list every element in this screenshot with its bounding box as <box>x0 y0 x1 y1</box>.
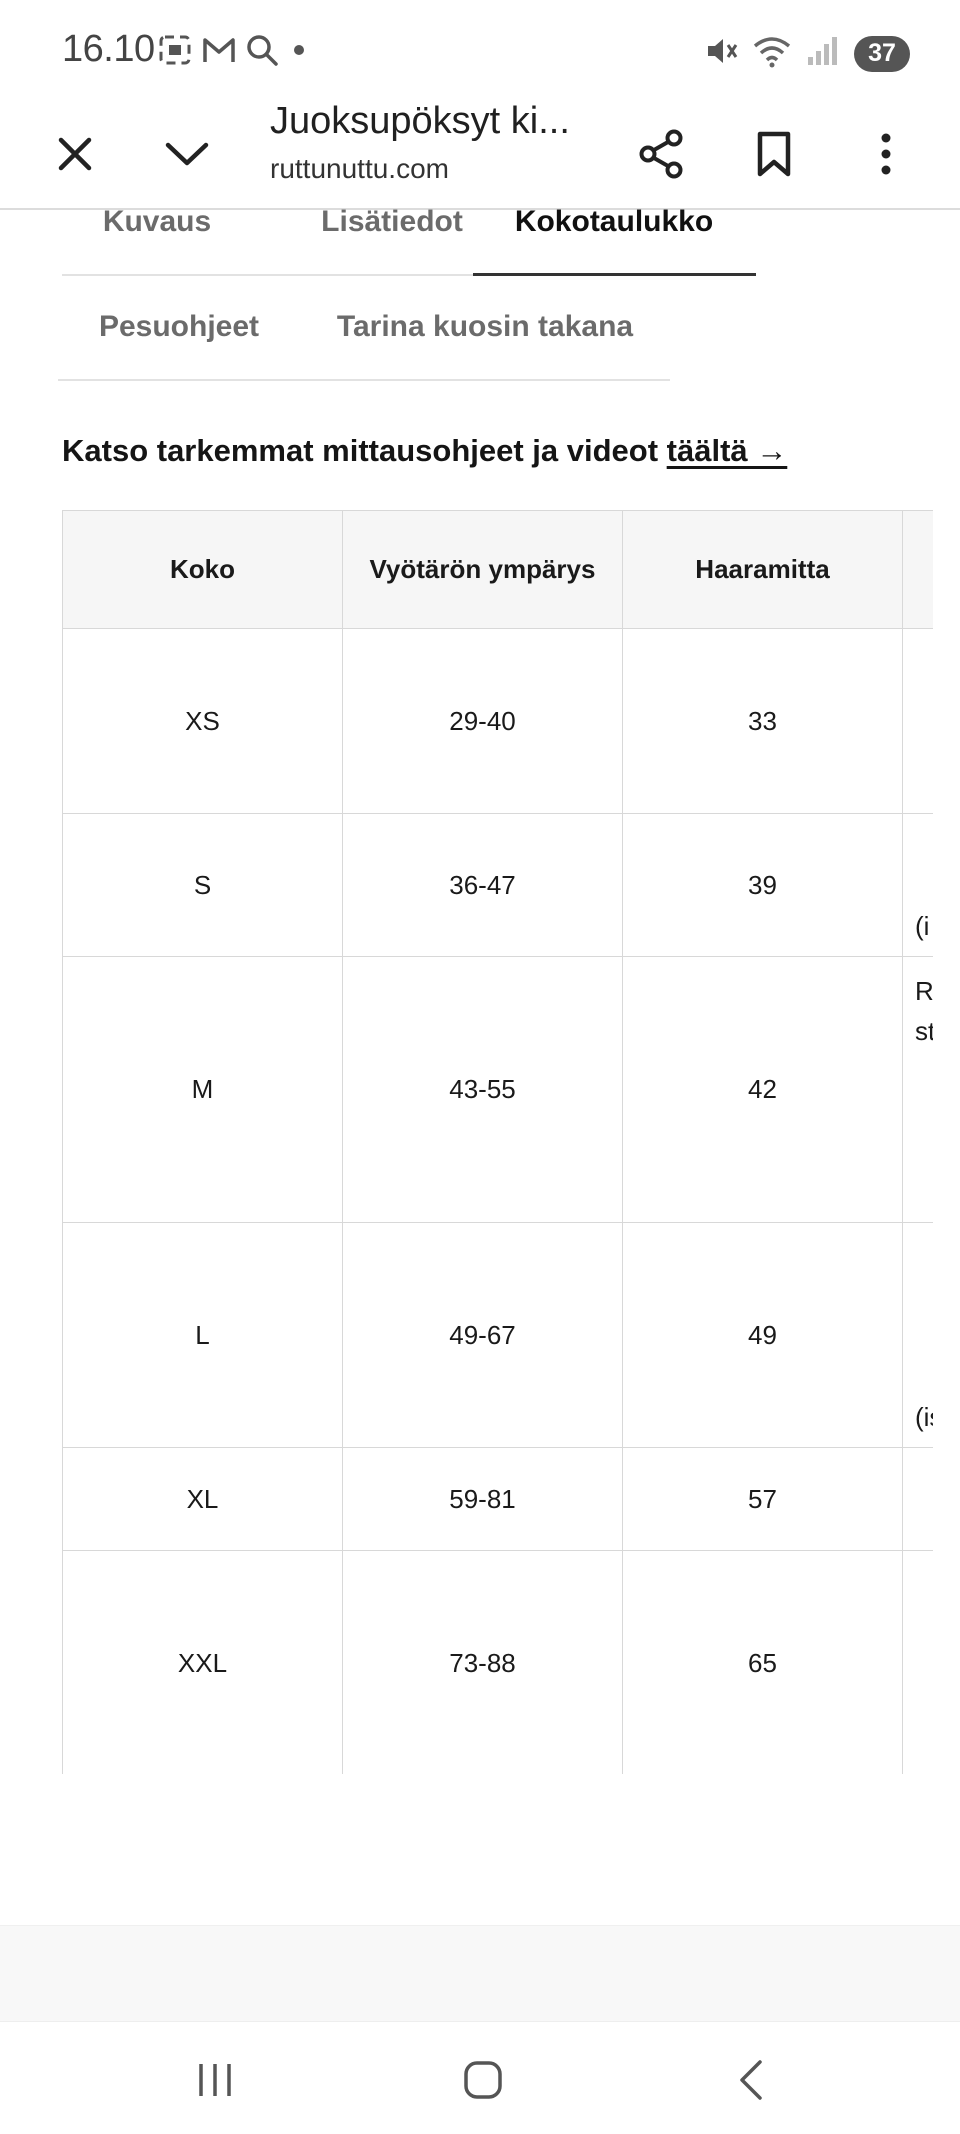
page-footer-strip <box>0 1925 960 2022</box>
wifi-icon <box>752 34 792 73</box>
header-crotch: Haaramitta <box>622 510 903 629</box>
cell-cut-off <box>902 628 933 814</box>
cell-crotch: 57 <box>622 1447 903 1551</box>
tab-pesuohjeet[interactable]: Pesuohjeet <box>58 277 300 377</box>
search-icon <box>246 34 278 71</box>
more-vert-icon[interactable] <box>854 122 918 186</box>
header-koko: Koko <box>62 510 343 629</box>
cell-cut-off: (i <box>902 813 933 957</box>
cell-crotch: 33 <box>622 628 903 814</box>
cell-size: XL <box>62 1447 343 1551</box>
cell-size: S <box>62 813 343 957</box>
tab-kuvaus[interactable]: Kuvaus <box>62 172 252 272</box>
cell-waist: 59-81 <box>342 1447 623 1551</box>
cell-waist: 49-67 <box>342 1222 623 1448</box>
intro-text: Katso tarkemmat mittausohjeet ja videot <box>62 433 667 468</box>
cell-size: XS <box>62 628 343 814</box>
screenshot-icon <box>158 34 192 71</box>
tab-kokotaulukko[interactable]: Kokotaulukko <box>472 172 756 272</box>
table-row: L 49-67 49 (is <box>62 1222 933 1448</box>
cell-cut-off: (is <box>902 1222 933 1448</box>
cell-crotch: 39 <box>622 813 903 957</box>
header-waist: Vyötärön ympärys <box>342 510 623 629</box>
status-bar: 16.10 37 <box>0 0 960 100</box>
status-left-icons <box>158 34 310 71</box>
cell-size: L <box>62 1222 343 1448</box>
page-title[interactable]: Juoksupöksyt ki... <box>270 100 570 143</box>
cell-cut-off <box>902 1447 933 1551</box>
battery-indicator: 37 <box>854 35 910 72</box>
gmail-icon <box>202 36 236 69</box>
tabs-row-1: Kuvaus Lisätiedot Kokotaulukko <box>62 172 756 276</box>
tabs-divider <box>58 379 670 381</box>
signal-icon <box>806 35 840 72</box>
table-row: M 43-55 42 R st <box>62 956 933 1223</box>
header-cut-off <box>902 510 933 629</box>
size-table: Koko Vyötärön ympärys Haaramitta XS 29-4… <box>62 510 933 1774</box>
measuring-instructions-text: Katso tarkemmat mittausohjeet ja videot … <box>62 433 787 469</box>
recent-apps-icon[interactable] <box>180 2050 250 2110</box>
cell-cut-off: R st <box>902 956 933 1223</box>
cell-cut-off <box>902 1550 933 1774</box>
instructions-link[interactable]: täältä → <box>667 433 788 468</box>
cut-off-line: st <box>915 1016 933 1046</box>
active-tab-indicator <box>473 273 756 276</box>
cell-crotch: 49 <box>622 1222 903 1448</box>
back-icon[interactable] <box>716 2050 786 2110</box>
cell-waist: 43-55 <box>342 956 623 1223</box>
cell-waist: 73-88 <box>342 1550 623 1774</box>
mute-icon <box>704 34 738 73</box>
cell-waist: 36-47 <box>342 813 623 957</box>
size-table-scroll[interactable]: Koko Vyötärön ympärys Haaramitta XS 29-4… <box>62 510 933 1774</box>
table-row: XS 29-40 33 <box>62 628 933 814</box>
cell-size: XXL <box>62 1550 343 1774</box>
table-row: XXL 73-88 65 <box>62 1550 933 1774</box>
tabs-row-2: Pesuohjeet Tarina kuosin takana <box>58 277 670 381</box>
cell-crotch: 65 <box>622 1550 903 1774</box>
table-row: XL 59-81 57 <box>62 1447 933 1551</box>
status-time: 16.10 <box>62 28 155 70</box>
tab-tarina-kuosin-takana[interactable]: Tarina kuosin takana <box>300 277 670 377</box>
cell-size: M <box>62 956 343 1223</box>
table-header-row: Koko Vyötärön ympärys Haaramitta <box>62 510 933 629</box>
cut-off-line: R <box>915 976 933 1006</box>
home-icon[interactable] <box>448 2050 518 2110</box>
cell-waist: 29-40 <box>342 628 623 814</box>
table-row: S 36-47 39 (i <box>62 813 933 957</box>
cell-crotch: 42 <box>622 956 903 1223</box>
status-right-icons: 37 <box>704 34 910 73</box>
notification-dot-icon <box>288 39 310 66</box>
system-nav-bar <box>0 2021 960 2134</box>
